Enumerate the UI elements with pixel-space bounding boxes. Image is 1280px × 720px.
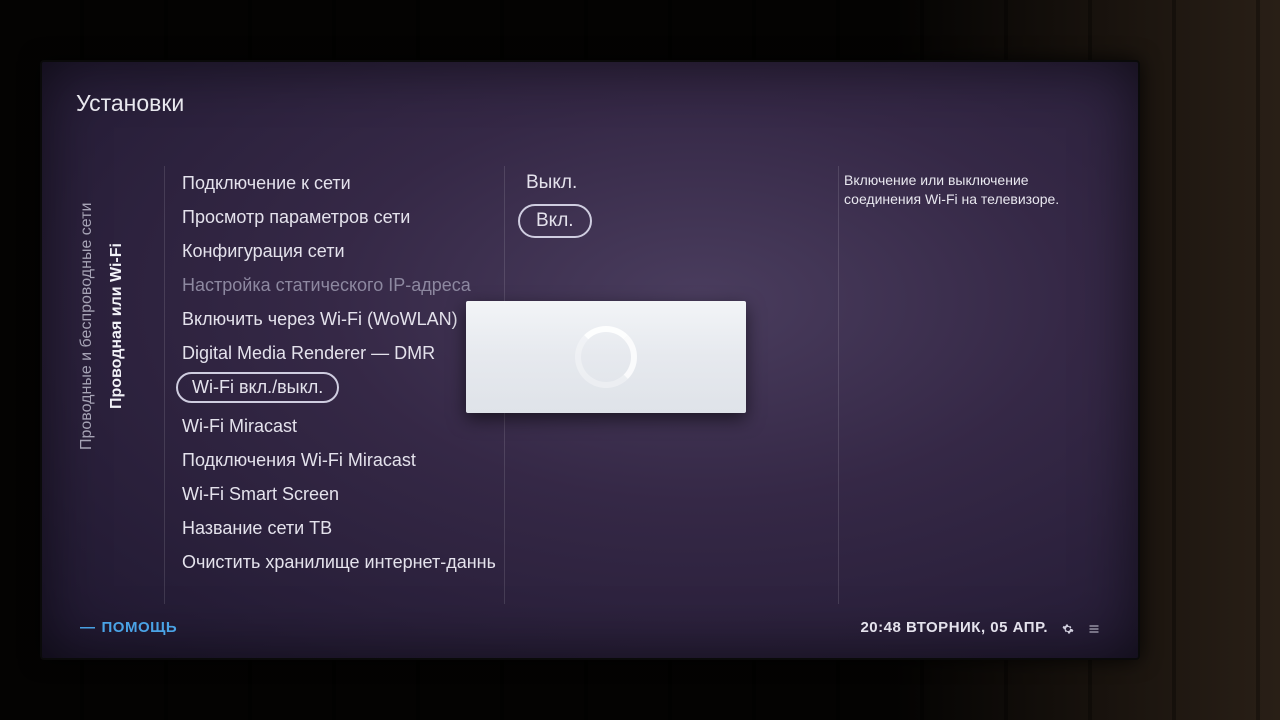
option-off[interactable]: Выкл.: [518, 168, 585, 198]
loading-dialog: [466, 301, 746, 413]
menu-item-label: Конфигурация сети: [182, 241, 345, 261]
options-icon[interactable]: [1088, 622, 1100, 634]
divider: [164, 166, 165, 604]
option-on[interactable]: Вкл.: [518, 204, 592, 238]
menu-item-label: Настройка статического IP-адреса: [182, 275, 471, 295]
menu-item-label: Wi-Fi Miracast: [182, 416, 297, 436]
option-list: Выкл. Вкл.: [518, 168, 818, 238]
footer-bar: — ПОМОЩЬ 20:48 ВТОРНИК, 05 АПР.: [80, 619, 1100, 636]
menu-item-static-ip: Настройка статического IP-адреса›: [176, 270, 496, 301]
menu-item-smart-screen[interactable]: Wi-Fi Smart Screen: [176, 479, 496, 510]
help-link-label: ПОМОЩЬ: [102, 619, 178, 636]
menu-item-label: Digital Media Renderer — DMR: [182, 343, 435, 363]
menu-item-label: Wi-Fi вкл./выкл.: [192, 377, 323, 397]
option-label: Вкл.: [536, 210, 574, 231]
page-title: Установки: [76, 90, 184, 117]
status-clock: 20:48 ВТОРНИК, 05 АПР.: [860, 619, 1100, 636]
menu-item-view-network-params[interactable]: Просмотр параметров сети: [176, 202, 496, 233]
menu-item-dmr[interactable]: Digital Media Renderer — DMR: [176, 338, 496, 369]
menu-item-wifi-toggle[interactable]: Wi-Fi вкл./выкл.: [176, 372, 339, 403]
menu-item-label: Просмотр параметров сети: [182, 207, 410, 227]
option-label: Выкл.: [526, 172, 577, 193]
divider: [838, 166, 839, 604]
help-description: Включение или выключение соединения Wi-F…: [844, 171, 1104, 209]
menu-item-label: Название сети ТВ: [182, 518, 332, 538]
menu-item-miracast[interactable]: Wi-Fi Miracast: [176, 411, 496, 442]
tv-frame: Установки Проводные и беспроводные сети …: [40, 60, 1140, 660]
menu-item-tv-network-name[interactable]: Название сети ТВ: [176, 513, 496, 544]
menu-item-connect-network[interactable]: Подключение к сети: [176, 168, 496, 199]
help-link[interactable]: — ПОМОЩЬ: [80, 619, 177, 636]
menu-item-label: Подключения Wi-Fi Miracast: [182, 450, 416, 470]
menu-item-network-config[interactable]: Конфигурация сети: [176, 236, 496, 267]
menu-item-label: Подключение к сети: [182, 173, 351, 193]
menu-item-wowlan[interactable]: Включить через Wi-Fi (WoWLAN): [176, 304, 496, 335]
spinner-icon: [575, 326, 637, 388]
tv-screen: Установки Проводные и беспроводные сети …: [56, 76, 1124, 644]
menu-item-clear-internet-data[interactable]: Очистить хранилище интернет-данных: [176, 547, 496, 578]
vertical-tab-subcategory[interactable]: Проводная или Wi-Fi: [108, 166, 126, 486]
settings-menu: Подключение к сети Просмотр параметров с…: [176, 168, 496, 578]
menu-item-label: Wi-Fi Smart Screen: [182, 484, 339, 504]
menu-item-label: Включить через Wi-Fi (WoWLAN): [182, 309, 458, 329]
dash-icon: —: [80, 619, 96, 636]
menu-item-label: Очистить хранилище интернет-данных: [182, 552, 496, 572]
clock-text: 20:48 ВТОРНИК, 05 АПР.: [860, 619, 1048, 636]
settings-gear-icon[interactable]: [1062, 622, 1074, 634]
menu-item-miracast-connections[interactable]: Подключения Wi-Fi Miracast: [176, 445, 496, 476]
vertical-tab-category[interactable]: Проводные и беспроводные сети: [78, 166, 96, 486]
